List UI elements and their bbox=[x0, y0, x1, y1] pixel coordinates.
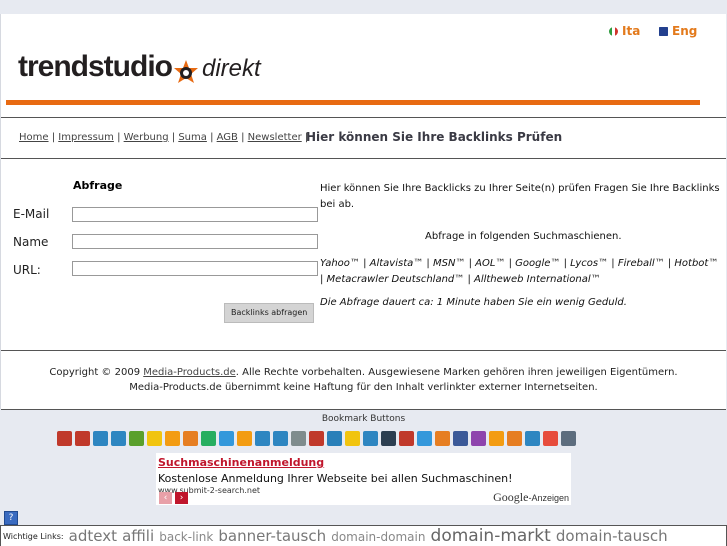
bookmark-service-icon[interactable] bbox=[255, 431, 270, 446]
bookmark-service-icon[interactable] bbox=[201, 431, 216, 446]
logo-main-text: trendstudio bbox=[18, 50, 173, 83]
tag-link[interactable]: domain-tausch bbox=[556, 527, 668, 545]
info-intro: Hier können Sie Ihre Backlicks zu Ihrer … bbox=[320, 183, 720, 210]
bookmark-service-icon[interactable] bbox=[489, 431, 504, 446]
media-products-link[interactable]: Media-Products.de bbox=[143, 367, 236, 378]
uk-flag-icon bbox=[659, 27, 668, 36]
bookmark-service-icon[interactable] bbox=[219, 431, 234, 446]
bookmark-service-icon[interactable] bbox=[273, 431, 288, 446]
nav-newsletter-link[interactable]: Newsletter bbox=[248, 132, 302, 143]
bookmark-service-icon[interactable] bbox=[453, 431, 468, 446]
nav-werbung-link[interactable]: Werbung bbox=[124, 132, 169, 143]
email-field[interactable] bbox=[72, 207, 318, 222]
disclaimer: Media-Products.de übernimmt keine Haftun… bbox=[129, 382, 598, 393]
bookmark-service-icon[interactable] bbox=[525, 431, 540, 446]
header-divider bbox=[6, 100, 700, 105]
bookmark-service-icon[interactable] bbox=[57, 431, 72, 446]
nav-separator: | bbox=[210, 132, 214, 143]
google-label: Google bbox=[493, 490, 529, 504]
tag-link[interactable]: banner-tausch bbox=[218, 527, 326, 545]
nav-separator: | bbox=[171, 132, 176, 143]
page-title: Hier können Sie Ihre Backlinks Prüfen bbox=[306, 130, 563, 144]
help-icon[interactable]: ? bbox=[4, 511, 18, 525]
duration-note: Die Abfrage dauert ca: 1 Minute haben Si… bbox=[320, 297, 627, 308]
bookmark-service-icon[interactable] bbox=[435, 431, 450, 446]
bookmark-service-icon[interactable] bbox=[291, 431, 306, 446]
nav-bar: Home | Impressum | Werbung | Suma | AGB … bbox=[1, 117, 726, 159]
bookmark-service-icon[interactable] bbox=[399, 431, 414, 446]
bookmark-service-icon[interactable] bbox=[381, 431, 396, 446]
name-field[interactable] bbox=[72, 234, 318, 249]
important-links: Wichtige Links: adtext affili back-link … bbox=[0, 525, 727, 546]
bookmark-service-icon[interactable] bbox=[507, 431, 522, 446]
tag-link[interactable]: adtext bbox=[69, 527, 117, 545]
copyright-rest: . Alle Rechte vorbehalten. Ausgewiesene … bbox=[235, 367, 678, 378]
bookmark-service-icon[interactable] bbox=[75, 431, 90, 446]
nav-separator: | bbox=[117, 132, 121, 143]
nav-impressum-link[interactable]: Impressum bbox=[58, 132, 114, 143]
bookmark-service-icon[interactable] bbox=[543, 431, 558, 446]
bookmark-service-icon[interactable] bbox=[237, 431, 252, 446]
bookmark-service-icon[interactable] bbox=[417, 431, 432, 446]
ads-label: -Anzeigen bbox=[528, 493, 569, 503]
email-label: E-Mail bbox=[13, 207, 50, 221]
google-ads-label[interactable]: Google-Anzeigen bbox=[493, 490, 569, 505]
backlink-form: Abfrage E-Mail Name URL: Backlinks abfra… bbox=[1, 172, 726, 350]
bookmark-service-icon[interactable] bbox=[309, 431, 324, 446]
copyright: Copyright © 2009 Media-Products.de. Alle… bbox=[1, 365, 726, 395]
page-frame: trendstudio direkt Ita Eng Home | Impress… bbox=[0, 14, 726, 410]
bookmark-buttons bbox=[57, 431, 576, 447]
engines-heading: Abfrage in folgenden Suchmaschienen. bbox=[425, 231, 622, 242]
backlinks-submit-button[interactable]: Backlinks abfragen bbox=[224, 303, 315, 323]
bookmark-service-icon[interactable] bbox=[183, 431, 198, 446]
star-icon bbox=[173, 59, 199, 85]
nav-home-link[interactable]: Home bbox=[19, 132, 49, 143]
bookmark-service-icon[interactable] bbox=[345, 431, 360, 446]
lang-ita-label: Ita bbox=[622, 24, 641, 38]
google-ad: Suchmaschinenanmeldung Kostenlose Anmeld… bbox=[156, 453, 571, 505]
italy-flag-icon bbox=[609, 27, 618, 36]
links-label: Wichtige Links: bbox=[3, 532, 64, 541]
url-field[interactable] bbox=[72, 261, 318, 276]
bookmark-title: Bookmark Buttons bbox=[321, 414, 406, 424]
form-heading: Abfrage bbox=[73, 179, 123, 192]
bookmark-service-icon[interactable] bbox=[327, 431, 342, 446]
copyright-prefix: Copyright © 2009 bbox=[49, 367, 141, 378]
logo-sub-text: direkt bbox=[202, 55, 261, 82]
ad-next-button[interactable]: › bbox=[175, 492, 188, 504]
name-label: Name bbox=[13, 235, 49, 249]
tag-link[interactable]: domain-markt bbox=[431, 526, 551, 546]
tag-link[interactable]: affili bbox=[122, 527, 154, 545]
nav-separator: | bbox=[51, 132, 56, 143]
tag-link[interactable]: back-link bbox=[159, 530, 213, 544]
nav-separator: | bbox=[241, 132, 245, 143]
bookmark-service-icon[interactable] bbox=[147, 431, 162, 446]
url-label: URL: bbox=[13, 263, 41, 277]
bookmark-service-icon[interactable] bbox=[111, 431, 126, 446]
bookmark-service-icon[interactable] bbox=[93, 431, 108, 446]
bookmark-service-icon[interactable] bbox=[471, 431, 486, 446]
lang-eng-link[interactable]: Eng bbox=[659, 24, 697, 38]
tag-link[interactable]: domain-domain bbox=[331, 530, 425, 544]
ad-text: Kostenlose Anmeldung Ihrer Webseite bei … bbox=[158, 472, 513, 485]
footer: Copyright © 2009 Media-Products.de. Alle… bbox=[1, 350, 726, 410]
header: trendstudio direkt Ita Eng bbox=[1, 14, 726, 112]
logo[interactable]: trendstudio direkt bbox=[18, 50, 261, 85]
lang-ita-link[interactable]: Ita bbox=[609, 24, 640, 38]
ad-prev-button[interactable]: ‹ bbox=[159, 492, 172, 504]
bookmark-service-icon[interactable] bbox=[165, 431, 180, 446]
nav-suma-link[interactable]: Suma bbox=[178, 132, 207, 143]
nav-agb-link[interactable]: AGB bbox=[217, 132, 238, 143]
bookmark-service-icon[interactable] bbox=[363, 431, 378, 446]
engines-list: Yahoo™ | Altavista™ | MSN™ | AOL™ | Goog… bbox=[320, 258, 719, 285]
ad-title-link[interactable]: Suchmaschinenanmeldung bbox=[158, 456, 324, 469]
nav-links: Home | Impressum | Werbung | Suma | AGB … bbox=[19, 132, 308, 143]
ad-url[interactable]: www.submit-2-search.net bbox=[158, 486, 260, 494]
bookmark-service-icon[interactable] bbox=[129, 431, 144, 446]
bookmark-service-icon[interactable] bbox=[561, 431, 576, 446]
lang-eng-label: Eng bbox=[672, 24, 698, 38]
